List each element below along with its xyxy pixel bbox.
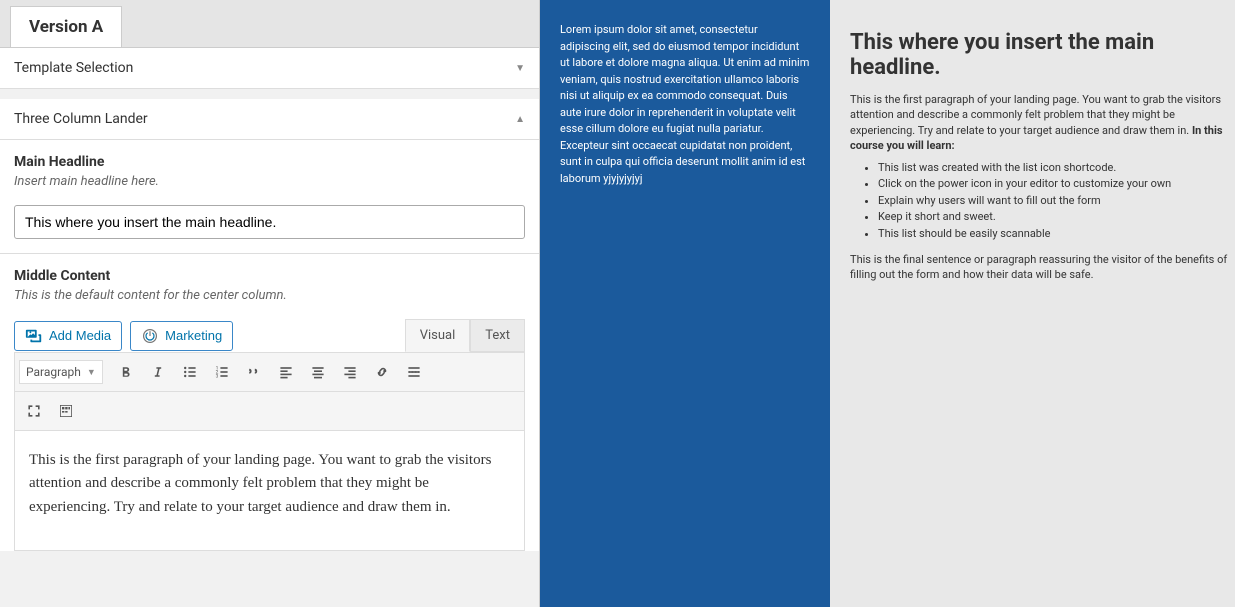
list-item: This list was created with the list icon… (878, 160, 1235, 177)
editor-panel: Version A Template Selection ▼ Three Col… (0, 0, 540, 607)
align-center-button[interactable] (303, 357, 333, 387)
preview-paragraph-1: This is the first paragraph of your land… (850, 92, 1235, 154)
link-button[interactable] (367, 357, 397, 387)
version-tab-bar: Version A (0, 0, 539, 48)
middle-content-section: Middle Content This is the default conte… (0, 254, 539, 551)
bullet-list-button[interactable] (175, 357, 205, 387)
middle-content-help: This is the default content for the cent… (14, 288, 525, 303)
caret-down-icon: ▼ (515, 63, 525, 74)
text-tab[interactable]: Text (470, 319, 525, 352)
toolbar-toggle-button[interactable] (51, 396, 81, 426)
template-selection-accordion[interactable]: Template Selection ▼ (0, 48, 539, 89)
preview-panel: Lorem ipsum dolor sit amet, consectetur … (540, 0, 1235, 607)
editor-button-row: Add Media Marketing Visual Text (14, 319, 525, 352)
visual-tab[interactable]: Visual (405, 319, 471, 352)
version-a-tab[interactable]: Version A (10, 6, 122, 47)
three-column-accordion[interactable]: Three Column Lander ▲ (0, 99, 539, 140)
paragraph-select-label: Paragraph (26, 365, 81, 379)
power-icon (141, 327, 159, 345)
numbered-list-button[interactable]: 123 (207, 357, 237, 387)
marketing-button[interactable]: Marketing (130, 321, 233, 351)
editor-mode-tabs: Visual Text (405, 319, 525, 352)
editor-toolbar: Paragraph ▼ 123 (14, 352, 525, 392)
paragraph-select[interactable]: Paragraph ▼ (19, 360, 103, 384)
fullscreen-button[interactable] (19, 396, 49, 426)
headline-label: Main Headline (14, 154, 525, 170)
lorem-text: Lorem ipsum dolor sit amet, consectetur … (560, 22, 810, 187)
align-right-button[interactable] (335, 357, 365, 387)
bold-button[interactable] (111, 357, 141, 387)
caret-up-icon: ▲ (515, 114, 525, 125)
add-media-button[interactable]: Add Media (14, 321, 122, 351)
headline-section: Main Headline Insert main headline here. (0, 140, 539, 254)
blockquote-button[interactable] (239, 357, 269, 387)
caret-down-icon: ▼ (87, 367, 96, 378)
add-media-label: Add Media (49, 328, 111, 343)
editor-toolbar-row2 (14, 392, 525, 431)
preview-list: This list was created with the list icon… (878, 160, 1235, 243)
accordion-label: Three Column Lander (14, 111, 148, 127)
middle-content-label: Middle Content (14, 268, 525, 284)
learn-emphasis: In this course you will learn: (850, 124, 1223, 152)
preview-paragraph-2: This is the final sentence or paragraph … (850, 252, 1235, 283)
list-item: Click on the power icon in your editor t… (878, 176, 1235, 193)
headline-help: Insert main headline here. (14, 174, 525, 189)
headline-input[interactable] (14, 205, 525, 239)
preview-right-column: This where you insert the main headline.… (830, 0, 1235, 607)
accordion-label: Template Selection (14, 60, 133, 76)
media-icon (25, 327, 43, 345)
align-left-button[interactable] (271, 357, 301, 387)
italic-button[interactable] (143, 357, 173, 387)
list-item: Keep it short and sweet. (878, 209, 1235, 226)
preview-left-column: Lorem ipsum dolor sit amet, consectetur … (540, 0, 830, 607)
list-item: Explain why users will want to fill out … (878, 193, 1235, 210)
marketing-label: Marketing (165, 328, 222, 343)
editor-textarea[interactable]: This is the first paragraph of your land… (14, 431, 525, 551)
list-item: This list should be easily scannable (878, 226, 1235, 243)
read-more-button[interactable] (399, 357, 429, 387)
preview-headline: This where you insert the main headline. (850, 30, 1235, 80)
svg-text:3: 3 (215, 374, 218, 380)
